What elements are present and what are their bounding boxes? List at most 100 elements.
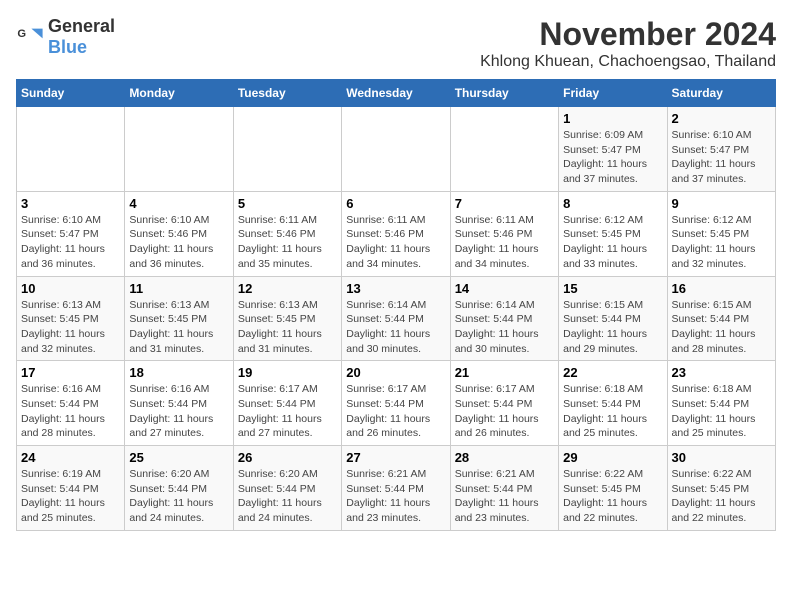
day-number: 10 [21, 281, 120, 296]
day-info: Sunrise: 6:13 AM Sunset: 5:45 PM Dayligh… [238, 298, 337, 357]
week-row-2: 3 Sunrise: 6:10 AM Sunset: 5:47 PM Daylig… [17, 191, 776, 276]
day-info: Sunrise: 6:16 AM Sunset: 5:44 PM Dayligh… [129, 382, 228, 441]
day-number: 9 [672, 196, 771, 211]
calendar-cell: 14 Sunrise: 6:14 AM Sunset: 5:44 PM Dayli… [450, 276, 558, 361]
day-number: 3 [21, 196, 120, 211]
logo-blue: Blue [48, 37, 87, 57]
calendar-cell: 25 Sunrise: 6:20 AM Sunset: 5:44 PM Dayli… [125, 446, 233, 531]
calendar-table: SundayMondayTuesdayWednesdayThursdayFrid… [16, 79, 776, 531]
calendar-cell: 18 Sunrise: 6:16 AM Sunset: 5:44 PM Dayli… [125, 361, 233, 446]
calendar-cell: 30 Sunrise: 6:22 AM Sunset: 5:45 PM Dayli… [667, 446, 775, 531]
calendar-cell: 7 Sunrise: 6:11 AM Sunset: 5:46 PM Daylig… [450, 191, 558, 276]
day-number: 7 [455, 196, 554, 211]
calendar-cell: 23 Sunrise: 6:18 AM Sunset: 5:44 PM Dayli… [667, 361, 775, 446]
day-info: Sunrise: 6:19 AM Sunset: 5:44 PM Dayligh… [21, 467, 120, 526]
calendar-cell: 11 Sunrise: 6:13 AM Sunset: 5:45 PM Dayli… [125, 276, 233, 361]
title-area: November 2024 Khlong Khuean, Chachoengsa… [480, 16, 776, 71]
day-info: Sunrise: 6:12 AM Sunset: 5:45 PM Dayligh… [563, 213, 662, 272]
day-number: 30 [672, 450, 771, 465]
calendar-cell: 24Sunrise: 6:19 AM Sunset: 5:44 PM Dayli… [17, 446, 125, 531]
day-number: 14 [455, 281, 554, 296]
day-info: Sunrise: 6:17 AM Sunset: 5:44 PM Dayligh… [455, 382, 554, 441]
day-info: Sunrise: 6:12 AM Sunset: 5:45 PM Dayligh… [672, 213, 771, 272]
calendar-cell: 3 Sunrise: 6:10 AM Sunset: 5:47 PM Daylig… [17, 191, 125, 276]
calendar-cell: 29Sunrise: 6:22 AM Sunset: 5:45 PM Dayli… [559, 446, 667, 531]
day-info: Sunrise: 6:17 AM Sunset: 5:44 PM Dayligh… [238, 382, 337, 441]
day-number: 22 [563, 365, 662, 380]
calendar-cell: 8 Sunrise: 6:12 AM Sunset: 5:45 PM Daylig… [559, 191, 667, 276]
calendar-cell: 1 Sunrise: 6:09 AM Sunset: 5:47 PM Daylig… [559, 107, 667, 192]
day-info: Sunrise: 6:20 AM Sunset: 5:44 PM Dayligh… [129, 467, 228, 526]
weekday-header-wednesday: Wednesday [342, 80, 450, 107]
day-number: 16 [672, 281, 771, 296]
calendar-cell [17, 107, 125, 192]
day-number: 21 [455, 365, 554, 380]
day-info: Sunrise: 6:11 AM Sunset: 5:46 PM Dayligh… [238, 213, 337, 272]
calendar-cell [342, 107, 450, 192]
calendar-cell [233, 107, 341, 192]
day-number: 29 [563, 450, 662, 465]
day-number: 6 [346, 196, 445, 211]
day-number: 12 [238, 281, 337, 296]
day-info: Sunrise: 6:13 AM Sunset: 5:45 PM Dayligh… [129, 298, 228, 357]
day-number: 20 [346, 365, 445, 380]
calendar-cell [450, 107, 558, 192]
day-info: Sunrise: 6:09 AM Sunset: 5:47 PM Dayligh… [563, 128, 662, 187]
calendar-cell: 26Sunrise: 6:20 AM Sunset: 5:44 PM Dayli… [233, 446, 341, 531]
day-number: 8 [563, 196, 662, 211]
day-number: 13 [346, 281, 445, 296]
day-number: 1 [563, 111, 662, 126]
weekday-header-thursday: Thursday [450, 80, 558, 107]
week-row-5: 24Sunrise: 6:19 AM Sunset: 5:44 PM Dayli… [17, 446, 776, 531]
day-info: Sunrise: 6:21 AM Sunset: 5:44 PM Dayligh… [455, 467, 554, 526]
calendar-cell: 4Sunrise: 6:10 AM Sunset: 5:46 PM Daylig… [125, 191, 233, 276]
day-info: Sunrise: 6:11 AM Sunset: 5:46 PM Dayligh… [455, 213, 554, 272]
day-info: Sunrise: 6:10 AM Sunset: 5:47 PM Dayligh… [21, 213, 120, 272]
svg-text:G: G [17, 28, 26, 40]
day-number: 17 [21, 365, 120, 380]
day-number: 27 [346, 450, 445, 465]
day-number: 5 [238, 196, 337, 211]
day-info: Sunrise: 6:18 AM Sunset: 5:44 PM Dayligh… [672, 382, 771, 441]
logo: G General Blue [16, 16, 115, 58]
calendar-cell: 5 Sunrise: 6:11 AM Sunset: 5:46 PM Daylig… [233, 191, 341, 276]
week-row-3: 10 Sunrise: 6:13 AM Sunset: 5:45 PM Dayli… [17, 276, 776, 361]
calendar-cell: 17Sunrise: 6:16 AM Sunset: 5:44 PM Dayli… [17, 361, 125, 446]
calendar-cell: 13 Sunrise: 6:14 AM Sunset: 5:44 PM Dayli… [342, 276, 450, 361]
month-title: November 2024 [480, 16, 776, 53]
day-info: Sunrise: 6:15 AM Sunset: 5:44 PM Dayligh… [563, 298, 662, 357]
day-number: 19 [238, 365, 337, 380]
calendar-cell: 15 Sunrise: 6:15 AM Sunset: 5:44 PM Dayli… [559, 276, 667, 361]
day-number: 25 [129, 450, 228, 465]
weekday-header-tuesday: Tuesday [233, 80, 341, 107]
logo-general: General [48, 16, 115, 36]
day-info: Sunrise: 6:14 AM Sunset: 5:44 PM Dayligh… [455, 298, 554, 357]
calendar-cell: 22Sunrise: 6:18 AM Sunset: 5:44 PM Dayli… [559, 361, 667, 446]
weekday-header-monday: Monday [125, 80, 233, 107]
calendar-cell: 2Sunrise: 6:10 AM Sunset: 5:47 PM Daylig… [667, 107, 775, 192]
day-info: Sunrise: 6:22 AM Sunset: 5:45 PM Dayligh… [672, 467, 771, 526]
day-number: 18 [129, 365, 228, 380]
weekday-header-saturday: Saturday [667, 80, 775, 107]
logo-icon: G [16, 23, 44, 51]
calendar-cell: 20 Sunrise: 6:17 AM Sunset: 5:44 PM Dayli… [342, 361, 450, 446]
calendar-cell: 27Sunrise: 6:21 AM Sunset: 5:44 PM Dayli… [342, 446, 450, 531]
page-header: G General Blue November 2024 Khlong Khue… [16, 16, 776, 71]
day-info: Sunrise: 6:10 AM Sunset: 5:47 PM Dayligh… [672, 128, 771, 187]
day-info: Sunrise: 6:17 AM Sunset: 5:44 PM Dayligh… [346, 382, 445, 441]
day-info: Sunrise: 6:11 AM Sunset: 5:46 PM Dayligh… [346, 213, 445, 272]
day-info: Sunrise: 6:14 AM Sunset: 5:44 PM Dayligh… [346, 298, 445, 357]
day-number: 15 [563, 281, 662, 296]
location-title: Khlong Khuean, Chachoengsao, Thailand [480, 53, 776, 71]
weekday-header-row: SundayMondayTuesdayWednesdayThursdayFrid… [17, 80, 776, 107]
calendar-cell [125, 107, 233, 192]
calendar-cell: 19 Sunrise: 6:17 AM Sunset: 5:44 PM Dayli… [233, 361, 341, 446]
week-row-4: 17 Sunrise: 6:16 AM Sunset: 5:44 PM Dayli… [17, 361, 776, 446]
day-number: 23 [672, 365, 771, 380]
day-number: 26 [238, 450, 337, 465]
day-info: Sunrise: 6:13 AM Sunset: 5:45 PM Dayligh… [21, 298, 120, 357]
weekday-header-friday: Friday [559, 80, 667, 107]
calendar-cell: 10 Sunrise: 6:13 AM Sunset: 5:45 PM Dayli… [17, 276, 125, 361]
day-number: 28 [455, 450, 554, 465]
day-number: 11 [129, 281, 228, 296]
